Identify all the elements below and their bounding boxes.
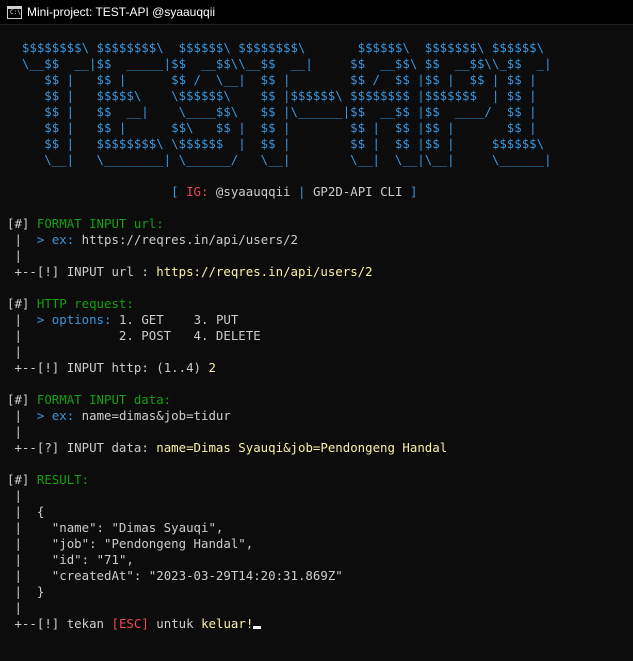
- banner-line: \__| \________| \______/ \__| \__| \__|\…: [7, 152, 552, 167]
- json-key: "id":: [51, 552, 90, 567]
- credits-line: [ IG: @syaauqqii | GP2D-API CLI ]: [171, 184, 418, 199]
- banner-line: $$ | $$ | $$ / \__| $$ | $$ / $$ |$$ | $…: [7, 72, 537, 87]
- json-value: "71",: [96, 552, 134, 567]
- option-post: 2. POST: [118, 328, 172, 343]
- window-titlebar: C:\ Mini-project: TEST-API @syaauqqii: [0, 0, 633, 25]
- prompt-tag: [!]: [36, 264, 60, 279]
- prompt-tag: [?]: [36, 440, 60, 455]
- banner-line: $$ | $$ __| \____$$\ $$ |\______|$$ __$$…: [7, 104, 537, 119]
- step-heading: FORMAT INPUT data:: [36, 392, 172, 407]
- data-input-value: name=Dimas Syauqi&job=Pendongeng Handal: [156, 440, 448, 455]
- prompt-tag: [!]: [36, 360, 60, 375]
- step-heading: FORMAT INPUT url:: [36, 216, 164, 231]
- option-put: 3. PUT: [193, 312, 239, 327]
- json-value: "Pendongeng Handal",: [104, 536, 254, 551]
- http-step: [#] HTTP request: | > options: 1. GET 3.…: [7, 296, 261, 375]
- banner-line: $$$$$$$$\ $$$$$$$$\ $$$$$$\ $$$$$$$$\ $$…: [7, 40, 545, 55]
- window-title: Mini-project: TEST-API @syaauqqii: [27, 5, 216, 19]
- hint-value: https://reqres.in/api/users/2: [81, 232, 298, 247]
- option-delete: 4. DELETE: [193, 328, 261, 343]
- hint-value: name=dimas&job=tidur: [81, 408, 231, 423]
- hint-key: ex:: [51, 408, 75, 423]
- hint-key: options:: [51, 312, 112, 327]
- json-key: "job":: [51, 536, 97, 551]
- url-step: [#] FORMAT INPUT url: | > ex: https://re…: [7, 216, 373, 279]
- esc-key-hint: [ESC]: [111, 616, 149, 631]
- prompt-label: INPUT data:: [66, 440, 149, 455]
- terminal-icon: C:\: [7, 5, 22, 19]
- json-value: "Dimas Syauqi",: [111, 520, 224, 535]
- json-open-brace: {: [36, 504, 45, 519]
- json-value: "2023-03-29T14:20:31.869Z": [148, 568, 343, 583]
- banner-line: $$ | $$ | $$\ $$ | $$ | $$ | $$ |$$ | $$…: [7, 120, 537, 135]
- step-heading: HTTP request:: [36, 296, 134, 311]
- result-step: [#] RESULT: | | { | "name": "Dimas Syauq…: [7, 472, 343, 631]
- option-get: 1. GET: [118, 312, 164, 327]
- json-key: "name":: [51, 520, 104, 535]
- prompt-label: INPUT http: (1..4): [66, 360, 201, 375]
- terminal-output[interactable]: $$$$$$$$\ $$$$$$$$\ $$$$$$\ $$$$$$$$\ $$…: [7, 40, 552, 632]
- url-input-value: https://reqres.in/api/users/2: [156, 264, 373, 279]
- banner-line: $$ | $$$$$$$$\ \$$$$$$ | $$ | $$ | $$ |$…: [7, 136, 545, 151]
- http-input-value: 2: [208, 360, 216, 375]
- step-tag: [#]: [7, 392, 30, 407]
- json-key: "createdAt":: [51, 568, 142, 583]
- ascii-banner: $$$$$$$$\ $$$$$$$$\ $$$$$$\ $$$$$$$$\ $$…: [7, 40, 552, 167]
- text-cursor: [253, 626, 262, 629]
- json-close-brace: }: [36, 584, 45, 599]
- prompt-tag: [!]: [36, 616, 60, 631]
- prompt-label: INPUT url :: [66, 264, 149, 279]
- step-heading: RESULT:: [36, 472, 90, 487]
- step-tag: [#]: [7, 296, 30, 311]
- step-tag: [#]: [7, 216, 30, 231]
- banner-line: $$ | $$$$$\ \$$$$$$\ $$ |$$$$$$\ $$$$$$$…: [7, 88, 537, 103]
- hint-key: ex:: [51, 232, 75, 247]
- step-tag: [#]: [7, 472, 30, 487]
- data-step: [#] FORMAT INPUT data: | > ex: name=dima…: [7, 392, 448, 455]
- banner-line: \__$$ __|$$ _____|$$ __$$\\__$$ __| $$ _…: [7, 56, 552, 71]
